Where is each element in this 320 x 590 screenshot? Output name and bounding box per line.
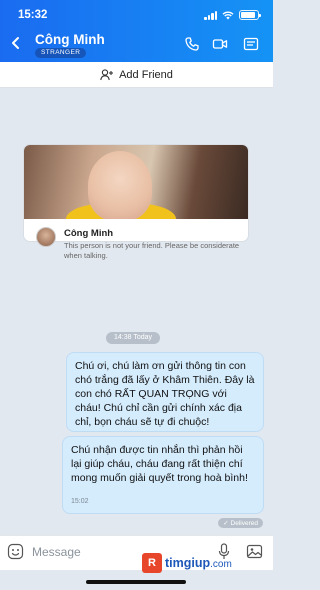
add-user-icon xyxy=(100,68,114,80)
sticker-icon[interactable] xyxy=(7,543,24,560)
message-text: Chú ơi, chú làm ơn gửi thông tin con chó… xyxy=(75,360,255,428)
battery-icon xyxy=(239,10,261,20)
status-bar: 15:32 xyxy=(18,8,261,22)
signal-icon xyxy=(204,10,217,20)
stranger-notice: This person is not your friend. Please b… xyxy=(64,241,240,260)
timgiup-watermark: R timgiup.com xyxy=(142,553,232,573)
chat-header: 15:32 Công Minh STRANGER xyxy=(0,0,273,62)
stranger-badge: STRANGER xyxy=(35,48,87,58)
menu-list-icon[interactable] xyxy=(243,36,259,52)
add-friend-button[interactable]: Add Friend xyxy=(0,62,273,88)
timgiup-logo-icon: R xyxy=(142,553,162,573)
message-input[interactable]: Message xyxy=(32,545,81,559)
stranger-profile-card[interactable] xyxy=(24,145,248,241)
message-text: Chú nhận được tin nhắn thì phản hồi lại … xyxy=(71,444,248,484)
card-contact-name: Công Minh xyxy=(64,228,114,239)
contact-name[interactable]: Công Minh xyxy=(35,32,105,47)
time-separator: 14:38 Today xyxy=(106,332,161,344)
profile-cover-photo xyxy=(24,145,248,219)
back-arrow-icon[interactable] xyxy=(9,36,23,50)
add-friend-label: Add Friend xyxy=(119,68,173,81)
avatar xyxy=(36,227,56,247)
phone-call-icon[interactable] xyxy=(184,36,200,52)
status-time: 15:32 xyxy=(18,9,48,21)
wifi-icon xyxy=(222,11,234,19)
image-icon[interactable] xyxy=(246,543,263,560)
video-call-icon[interactable] xyxy=(212,36,228,52)
message-time: 15:02 xyxy=(71,498,89,505)
delivery-status: ✓ Delivered xyxy=(218,518,263,528)
message-bubble[interactable]: Chú ơi, chú làm ơn gửi thông tin con chó… xyxy=(66,352,264,432)
home-indicator xyxy=(86,580,186,584)
message-bubble[interactable]: Chú nhận được tin nhắn thì phản hồi lại … xyxy=(62,436,264,514)
